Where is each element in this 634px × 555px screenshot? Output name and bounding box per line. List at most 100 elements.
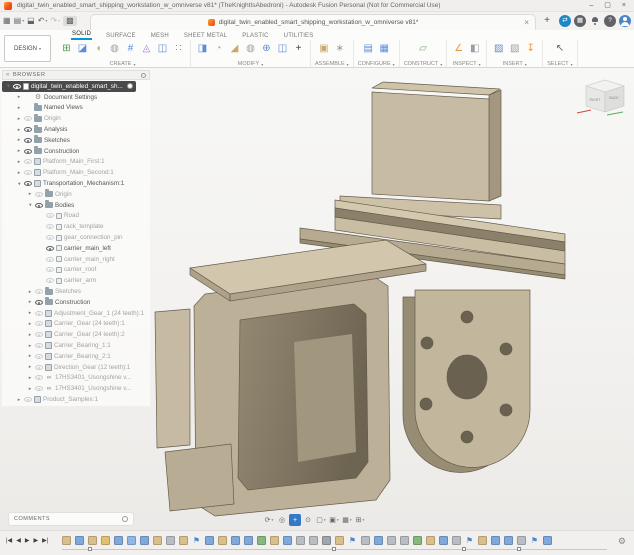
expand-arrow-icon[interactable]: ▸ [27, 202, 33, 208]
ribbon-tab-solid[interactable]: SOLID [71, 31, 92, 40]
expand-arrow-icon[interactable]: ▸ [27, 299, 33, 305]
insert-canvas-icon[interactable]: ▨ [491, 41, 506, 56]
expand-arrow-icon[interactable]: ▸ [16, 116, 22, 122]
visibility-eye-icon[interactable] [35, 332, 43, 337]
ribbon-tab-sheet-metal[interactable]: SHEET METAL [183, 33, 228, 40]
visibility-eye-icon[interactable] [35, 375, 43, 380]
visibility-eye-icon[interactable] [35, 311, 43, 316]
timeline-feature-sketch[interactable] [335, 536, 344, 545]
expand-arrow-icon[interactable]: ▸ [16, 397, 22, 403]
expand-arrow-icon[interactable]: ▸ [16, 94, 22, 100]
browser-item[interactable]: ▸⚙Document Settings [2, 92, 150, 103]
combine-icon[interactable]: ⊕ [259, 41, 274, 56]
close-tab-icon[interactable] [524, 18, 529, 27]
expand-arrow-icon[interactable]: ▸ [27, 343, 33, 349]
timeline-feature-flag[interactable]: ⚑ [465, 536, 474, 545]
expand-arrow-icon[interactable]: ▸ [27, 386, 33, 392]
browser-header[interactable]: « BROWSER [2, 70, 150, 80]
browser-item[interactable]: ▸Analysis [2, 124, 150, 135]
timeline-feature-extrude[interactable] [114, 536, 123, 545]
ribbon-group-label[interactable]: INSERT [503, 61, 527, 67]
pan-button[interactable]: + [289, 514, 301, 526]
browser-item[interactable]: ▸Platform_Main_First:1 [2, 157, 150, 168]
comments-bar[interactable]: COMMENTS [8, 512, 134, 526]
browser-item[interactable]: ▸Sketches [2, 135, 150, 146]
timeline-feature-joint[interactable] [296, 536, 305, 545]
model-viewport[interactable]: RIGHT BACK « BROWSER ▸digital_twin_enabl… [0, 68, 634, 530]
timeline-feature-joint[interactable] [400, 536, 409, 545]
browser-item[interactable]: ▸Platform_Main_Second:1 [2, 167, 150, 178]
browser-item[interactable]: ▸Road [2, 211, 150, 222]
timeline-feature-extrude[interactable] [75, 536, 84, 545]
display-settings-button[interactable]: ▣ [328, 514, 340, 526]
ribbon-group-label[interactable]: MODIFY [238, 61, 263, 67]
configuration-table-icon[interactable]: ▦ [377, 41, 392, 56]
ribbon-group-label[interactable]: SELECT [547, 61, 572, 67]
timeline-feature-sketch[interactable] [218, 536, 227, 545]
timeline-feature-joint[interactable] [322, 536, 331, 545]
step-back-button[interactable]: ◀ [16, 538, 21, 544]
timeline-feature-sketch[interactable] [179, 536, 188, 545]
browser-item[interactable]: ▸Construction [2, 146, 150, 157]
timeline-feature-flag[interactable]: ⚑ [530, 536, 539, 545]
revolve-icon[interactable]: ◍ [107, 41, 122, 56]
timeline-feature-extrude[interactable] [543, 536, 552, 545]
expand-arrow-icon[interactable]: ▸ [27, 353, 33, 359]
undo-icon[interactable]: ↶ [38, 17, 48, 25]
step-forward-button[interactable]: ▶ [33, 538, 38, 544]
visibility-eye-icon[interactable] [35, 321, 43, 326]
timeline-feature-flag[interactable]: ⚑ [348, 536, 357, 545]
visibility-eye-icon[interactable] [13, 84, 21, 89]
timeline-feature-extrude[interactable] [205, 536, 214, 545]
browser-item[interactable]: ▸Direction_Gear (12 teeth):1 [2, 362, 150, 373]
go-to-end-button[interactable]: ▶| [42, 538, 48, 544]
visibility-eye-icon[interactable] [24, 181, 32, 186]
chamfer-icon[interactable]: ◢ [227, 41, 242, 56]
ribbon-tab-utilities[interactable]: UTILITIES [283, 33, 315, 40]
orbit-button[interactable]: ⟳ [263, 514, 275, 526]
assembly[interactable] [155, 82, 565, 516]
browser-item[interactable]: ▸∞17HS3401_Usongshine v... [2, 373, 150, 384]
timeline-group-marker[interactable] [517, 547, 521, 551]
browser-item[interactable]: ▸Sketches [2, 286, 150, 297]
browser-item[interactable]: ▸gear_connection_pin [2, 232, 150, 243]
measure-icon[interactable]: ∠ [451, 41, 466, 56]
expand-arrow-icon[interactable]: ▸ [27, 321, 33, 327]
timeline-feature-joint[interactable] [387, 536, 396, 545]
expand-arrow-icon[interactable]: ▸ [27, 310, 33, 316]
expand-arrow-icon[interactable]: ▸ [16, 170, 22, 176]
browser-item[interactable]: ▸carrier_main_left [2, 243, 150, 254]
browser-item[interactable]: ▸rack_template [2, 221, 150, 232]
visibility-eye-icon[interactable] [35, 203, 43, 208]
visibility-eye-icon[interactable] [35, 300, 43, 305]
visibility-eye-icon[interactable] [46, 267, 54, 272]
hole-icon[interactable]: ◫ [155, 41, 170, 56]
visibility-eye-icon[interactable] [46, 213, 54, 218]
maximize-icon[interactable] [604, 2, 611, 9]
expand-arrow-icon[interactable]: ▸ [27, 289, 33, 295]
create-form-icon[interactable]: ◬ [139, 41, 154, 56]
visibility-eye-icon[interactable] [24, 170, 32, 175]
expand-arrow-icon[interactable]: ▸ [16, 148, 22, 154]
ribbon-group-label[interactable]: CONFIGURE [358, 61, 395, 67]
configuration-icon[interactable]: ▤ [361, 41, 376, 56]
profile-avatar-icon[interactable] [619, 15, 631, 27]
carrier-main-left-body[interactable] [155, 274, 390, 516]
create-sketch-icon[interactable]: ⊞ [59, 41, 74, 56]
visibility-eye-icon[interactable] [35, 289, 43, 294]
timeline-feature-extrude[interactable] [374, 536, 383, 545]
fillet-icon[interactable]: ◔ [211, 41, 226, 56]
visibility-eye-icon[interactable] [24, 397, 32, 402]
extension-manager-icon[interactable]: ▦ [574, 15, 586, 27]
ribbon-group-label[interactable]: CREATE [110, 61, 136, 67]
timeline-feature-component[interactable] [257, 536, 266, 545]
save-icon[interactable]: ⬓ [27, 17, 35, 25]
pattern-dots-icon[interactable]: ∷ [171, 41, 186, 56]
ribbon-group-label[interactable]: INSPECT [453, 61, 481, 67]
timeline-feature-sketch[interactable] [153, 536, 162, 545]
view-cube[interactable]: RIGHT BACK [577, 80, 624, 115]
timeline-group-marker[interactable] [332, 547, 336, 551]
visibility-eye-icon[interactable] [46, 224, 54, 229]
viewcube-face-right-label[interactable]: BACK [609, 96, 619, 100]
expand-arrow-icon[interactable]: ▸ [27, 332, 33, 338]
